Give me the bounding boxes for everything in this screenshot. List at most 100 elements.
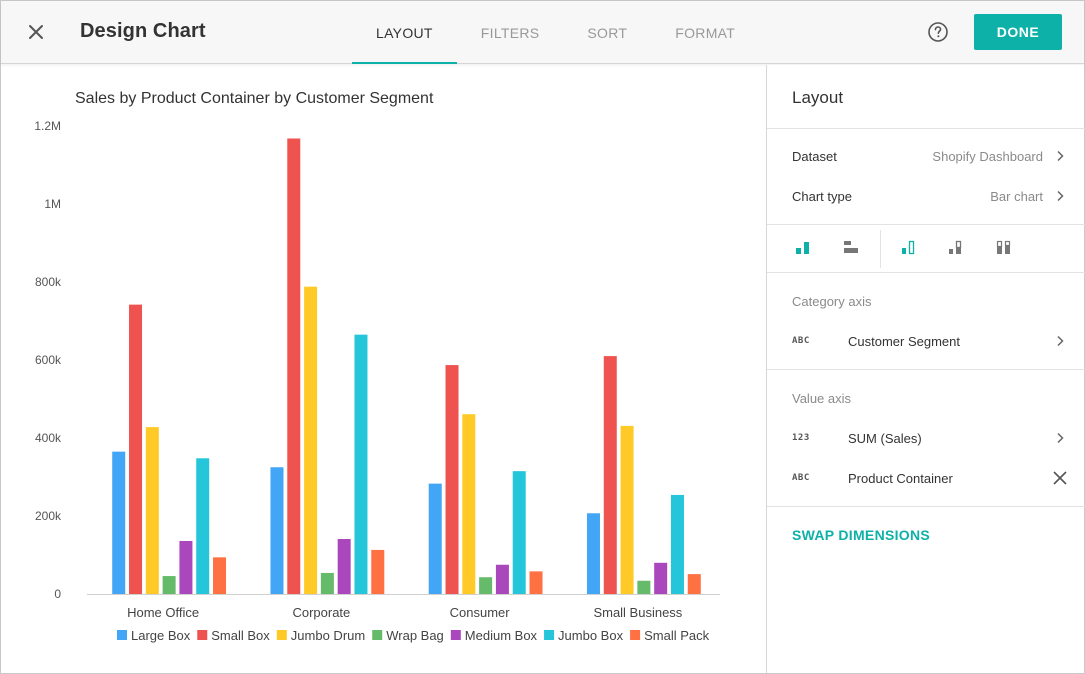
category-field-name: Customer Segment — [848, 333, 960, 349]
bar — [479, 577, 493, 594]
field-type-tag: ABC — [792, 336, 810, 346]
bar — [654, 562, 668, 594]
value-axis-label: Value axis — [792, 391, 852, 406]
bar — [512, 471, 526, 594]
y-tick-label: 0 — [54, 587, 61, 601]
chart-type-label: Chart type — [792, 188, 852, 204]
bar — [162, 576, 176, 594]
bar — [129, 304, 143, 594]
percent-stacked-bar-button[interactable] — [994, 237, 1016, 257]
chevron-right-icon — [1057, 150, 1064, 162]
tab-filters[interactable]: FILTERS — [457, 1, 564, 64]
tab-label: LAYOUT — [376, 24, 433, 41]
legend-label: Jumbo Box — [558, 628, 624, 643]
bar-vertical-button[interactable] — [794, 237, 816, 257]
close-icon — [29, 25, 43, 39]
bar — [145, 427, 159, 594]
chevron-right-icon — [1057, 432, 1064, 444]
grouped-bar-icon — [902, 240, 915, 255]
legend-swatch — [276, 630, 287, 640]
tab-label: SORT — [587, 24, 628, 41]
legend-swatch — [450, 630, 461, 640]
bar — [354, 334, 368, 594]
y-tick-label: 400k — [35, 431, 62, 445]
series-field-name: Product Container — [848, 470, 953, 486]
y-tick-label: 200k — [35, 509, 62, 523]
field-type-tag: ABC — [792, 473, 810, 483]
bar-horizontal-button[interactable] — [840, 237, 862, 257]
x-tick-label: Home Office — [127, 605, 199, 620]
header-bar: Design Chart LAYOUT FILTERS SORT FORMAT … — [1, 1, 1084, 64]
value-field-row[interactable]: 123 SUM (Sales) — [767, 420, 1085, 456]
divider — [767, 272, 1085, 273]
field-type-tag: 123 — [792, 433, 810, 443]
tab-format[interactable]: FORMAT — [651, 1, 759, 64]
chevron-right-icon — [1057, 335, 1064, 347]
bar — [304, 286, 318, 594]
x-tick-label: Corporate — [292, 605, 350, 620]
swap-dimensions-button[interactable]: SWAP DIMENSIONS — [792, 527, 930, 543]
bar — [529, 571, 543, 594]
bar — [213, 557, 227, 594]
close-button[interactable] — [23, 19, 49, 45]
layout-panel: Layout Dataset Shopify Dashboard Chart t… — [766, 65, 1085, 673]
help-icon — [928, 22, 948, 42]
bar — [270, 467, 284, 594]
legend-label: Jumbo Drum — [291, 628, 365, 643]
tab-label: FILTERS — [480, 24, 540, 41]
dataset-value: Shopify Dashboard — [932, 148, 1043, 164]
legend-label: Large Box — [131, 628, 191, 643]
bar-vertical-icon — [796, 242, 809, 254]
bar — [287, 138, 301, 594]
bar — [320, 572, 334, 594]
chevron-right-icon — [1057, 190, 1064, 202]
divider — [767, 369, 1085, 370]
chart-title: Sales by Product Container by Customer S… — [75, 90, 434, 107]
stacked-bar-icon — [949, 240, 962, 254]
y-tick-label: 1M — [44, 197, 61, 211]
divider — [767, 506, 1085, 507]
y-tick-label: 800k — [35, 275, 62, 289]
help-button[interactable] — [927, 21, 949, 43]
legend-label: Small Box — [211, 628, 270, 643]
tab-layout[interactable]: LAYOUT — [352, 1, 457, 64]
chart-type-value: Bar chart — [990, 188, 1043, 204]
bar — [495, 564, 509, 594]
bar — [337, 539, 351, 594]
percent-stacked-bar-icon — [996, 240, 1011, 254]
stacked-bar-button[interactable] — [946, 237, 968, 257]
bar — [179, 540, 193, 594]
legend-swatch — [372, 630, 383, 640]
bar — [445, 365, 459, 594]
chart-canvas: 0 200k 400k 600k 800k 1M 1.2M Home Office Corpor… — [1, 65, 766, 673]
series-field-row[interactable]: ABC Product Container — [767, 460, 1085, 496]
bar — [196, 458, 210, 594]
tab-label: FORMAT — [675, 24, 736, 41]
tab-bar: LAYOUT FILTERS SORT FORMAT — [352, 1, 759, 64]
done-button[interactable]: DONE — [974, 14, 1062, 50]
legend-label: Medium Box — [465, 628, 538, 643]
bar — [428, 483, 442, 594]
category-field-row[interactable]: ABC Customer Segment — [767, 323, 1085, 359]
legend-swatch — [630, 630, 641, 640]
bar — [112, 451, 126, 594]
y-tick-label: 1.2M — [34, 119, 61, 133]
dataset-row[interactable]: Dataset Shopify Dashboard — [767, 138, 1085, 174]
legend-label: Wrap Bag — [386, 628, 444, 643]
chart-type-row[interactable]: Chart type Bar chart — [767, 178, 1085, 214]
legend-swatch — [117, 630, 127, 640]
app-window: Design Chart LAYOUT FILTERS SORT FORMAT … — [0, 0, 1085, 674]
bar — [637, 580, 651, 594]
divider — [880, 230, 881, 268]
divider — [767, 224, 1085, 225]
x-tick-label: Consumer — [450, 605, 511, 620]
x-tick-label: Small Business — [593, 605, 682, 620]
bar — [586, 513, 600, 594]
y-tick-label: 600k — [35, 353, 62, 367]
tab-sort[interactable]: SORT — [563, 1, 651, 64]
bar — [603, 356, 617, 594]
close-icon[interactable] — [1052, 470, 1068, 486]
grouped-bar-button[interactable] — [899, 237, 921, 257]
value-field-name: SUM (Sales) — [848, 430, 922, 446]
bar — [371, 549, 385, 594]
